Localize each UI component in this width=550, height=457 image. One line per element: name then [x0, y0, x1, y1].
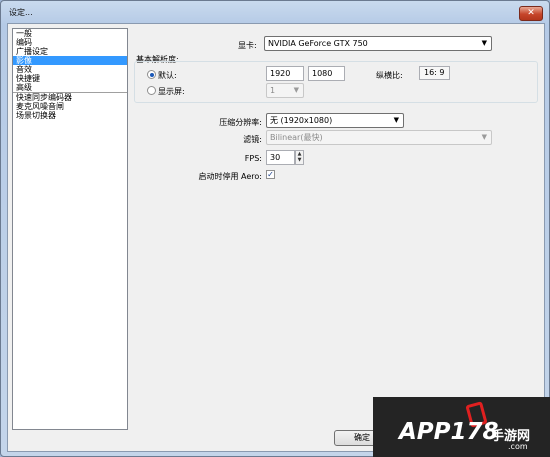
- sidebar-item-broadcast[interactable]: 广播设定: [13, 47, 127, 56]
- chevron-down-icon: ▼: [481, 133, 487, 141]
- sidebar-item-scene-switcher[interactable]: 场景切换器: [13, 111, 127, 120]
- title-bar[interactable]: 设定... ✕: [1, 1, 549, 23]
- downscale-select[interactable]: 无 (1920x1080) ▼: [266, 113, 404, 128]
- sidebar-item-audio[interactable]: 音效: [13, 65, 127, 74]
- spin-down-icon[interactable]: ▼: [296, 157, 303, 163]
- ok-button-label: 确定: [354, 433, 370, 442]
- settings-category-list[interactable]: 一般 编码 广播设定 影像 音效 快捷键 高级 快速同步编码器 麦克风噪音闸 场…: [12, 28, 128, 430]
- settings-window: 设定... ✕ 一般 编码 广播设定 影像 音效 快捷键 高级 快速同步编码器 …: [0, 0, 550, 457]
- sidebar-item-encoding[interactable]: 编码: [13, 38, 127, 47]
- monitor-select-value: 1: [270, 86, 276, 95]
- sidebar-item-video[interactable]: 影像: [13, 56, 127, 65]
- watermark-logo: APP178 手游网 .com: [373, 397, 550, 457]
- default-resolution-label: 默认:: [158, 71, 177, 80]
- monitor-select[interactable]: 1 ▼: [266, 83, 304, 98]
- disable-aero-checkbox[interactable]: ✓: [266, 170, 275, 179]
- gpu-label: 显卡:: [238, 41, 257, 50]
- sidebar-item-general[interactable]: 一般: [13, 29, 127, 38]
- chevron-down-icon: ▼: [481, 39, 487, 47]
- chevron-down-icon: ▼: [393, 116, 399, 124]
- disable-aero-label: 启动时停用 Aero:: [198, 172, 263, 181]
- downscale-select-value: 无 (1920x1080): [270, 116, 333, 125]
- watermark-text: APP178: [399, 419, 499, 445]
- dialog-client-area: 一般 编码 广播设定 影像 音效 快捷键 高级 快速同步编码器 麦克风噪音闸 场…: [7, 23, 545, 452]
- default-resolution-radio[interactable]: [147, 70, 156, 79]
- sidebar-item-advanced[interactable]: 高级: [13, 83, 127, 92]
- sidebar-item-mic-gate[interactable]: 麦克风噪音闸: [13, 102, 127, 111]
- fps-label: FPS:: [244, 154, 262, 163]
- downscale-label: 压缩分辨率:: [219, 118, 262, 127]
- fps-input[interactable]: 30: [266, 150, 295, 165]
- gpu-select[interactable]: NVIDIA GeForce GTX 750 ▼: [264, 36, 492, 51]
- aspect-ratio-value: 16: 9: [419, 66, 450, 80]
- close-icon: ✕: [527, 8, 535, 18]
- monitor-resolution-label: 显示屏:: [158, 87, 185, 96]
- gpu-select-value: NVIDIA GeForce GTX 750: [268, 39, 368, 48]
- monitor-resolution-radio[interactable]: [147, 86, 156, 95]
- filter-label: 滤镜:: [243, 135, 262, 144]
- chevron-down-icon: ▼: [293, 86, 299, 94]
- close-button[interactable]: ✕: [519, 6, 543, 21]
- watermark-domain: .com: [508, 442, 528, 451]
- fps-spinner[interactable]: ▲ ▼: [295, 150, 304, 165]
- check-icon: ✓: [267, 170, 274, 179]
- sidebar-item-hotkeys[interactable]: 快捷键: [13, 74, 127, 83]
- resolution-width-input[interactable]: 1920: [266, 66, 304, 81]
- window-title: 设定...: [9, 8, 33, 17]
- filter-select[interactable]: Bilinear(最快) ▼: [266, 130, 492, 145]
- aspect-ratio-label: 纵横比:: [376, 71, 403, 80]
- sidebar-item-quicksync[interactable]: 快速同步编码器: [13, 92, 127, 102]
- filter-select-value: Bilinear(最快): [270, 133, 323, 142]
- resolution-height-input[interactable]: 1080: [308, 66, 345, 81]
